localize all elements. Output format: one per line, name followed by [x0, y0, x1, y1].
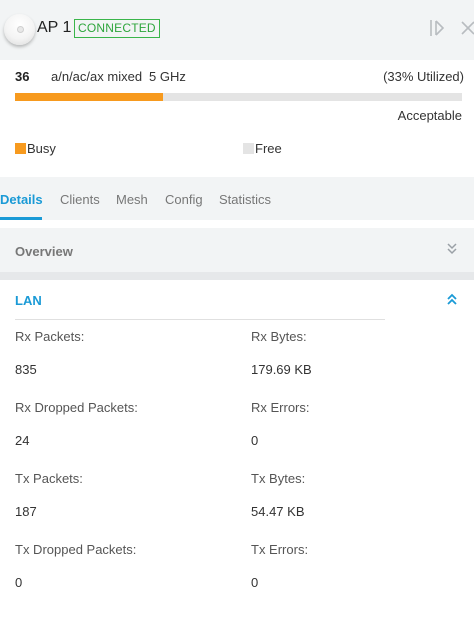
section-divider: [0, 272, 474, 280]
locate-button[interactable]: [427, 17, 447, 39]
legend-busy-label: Busy: [27, 141, 56, 156]
tab-statistics[interactable]: Statistics: [219, 192, 271, 207]
rx-packets-value: 835: [15, 362, 37, 377]
tx-errors-label: Tx Errors:: [251, 542, 309, 557]
tab-details[interactable]: Details: [0, 192, 43, 207]
radio-band: 5 GHz: [149, 69, 186, 84]
status-badge: CONNECTED: [74, 19, 160, 38]
tab-clients[interactable]: Clients: [60, 192, 100, 207]
tx-packets-value: 187: [15, 504, 37, 519]
tab-bar: Details Clients Mesh Config Statistics: [0, 177, 474, 220]
tx-bytes-label: Tx Bytes:: [251, 471, 306, 486]
ap-name: AP 1: [37, 19, 72, 36]
close-icon: [461, 21, 474, 35]
overview-title: Overview: [15, 244, 73, 259]
legend-free-label: Free: [255, 141, 282, 156]
tab-mesh[interactable]: Mesh: [116, 192, 148, 207]
tab-config[interactable]: Config: [165, 192, 203, 207]
tx-dropped-value: 0: [15, 575, 23, 590]
chevron-double-up-icon: [447, 293, 457, 305]
close-button[interactable]: [458, 17, 474, 39]
busy-swatch: [15, 143, 26, 154]
lan-section-title[interactable]: LAN: [15, 293, 42, 308]
radio-mode: a/n/ac/ax mixed: [51, 69, 143, 84]
tx-errors-value: 0: [251, 575, 259, 590]
rx-bytes-label: Rx Bytes:: [251, 329, 307, 344]
locate-icon: [430, 20, 445, 36]
utilization-bar-fill: [15, 93, 163, 101]
legend-free: Free: [243, 141, 282, 156]
rx-bytes-value: 179.69 KB: [251, 362, 312, 377]
channel-quality: Acceptable: [397, 108, 462, 123]
free-swatch: [243, 143, 254, 154]
rx-dropped-label: Rx Dropped Packets:: [15, 400, 138, 415]
tx-bytes-value: 54.47 KB: [251, 504, 305, 519]
channel-number: 36: [15, 69, 30, 84]
chevron-double-down-icon: [447, 243, 457, 255]
lan-divider: [15, 319, 385, 320]
rx-dropped-value: 24: [15, 433, 30, 448]
utilization-bar: [15, 93, 462, 101]
legend-busy: Busy: [15, 141, 56, 156]
rx-errors-label: Rx Errors:: [251, 400, 310, 415]
overview-section-header[interactable]: Overview: [0, 228, 474, 272]
utilization-text: (33% Utilized): [383, 69, 464, 84]
rx-errors-value: 0: [251, 433, 259, 448]
collapse-lan-button[interactable]: [446, 292, 458, 311]
rx-packets-label: Rx Packets:: [15, 329, 85, 344]
expand-overview-button[interactable]: [446, 242, 458, 261]
tx-packets-label: Tx Packets:: [15, 471, 83, 486]
panel-header: AP 1 CONNECTED: [0, 0, 474, 60]
access-point-icon: [4, 14, 35, 45]
tx-dropped-label: Tx Dropped Packets:: [15, 542, 137, 557]
active-tab-indicator: [0, 217, 42, 220]
